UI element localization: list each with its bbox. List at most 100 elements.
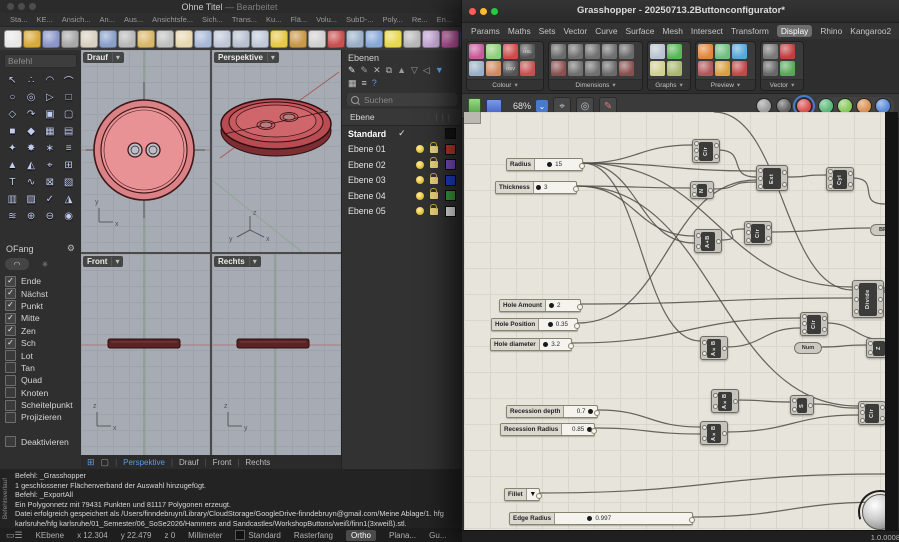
viewport-front-canvas[interactable]: z x bbox=[81, 254, 210, 455]
markers-icon[interactable] bbox=[551, 61, 566, 76]
gh-menu-maths[interactable]: Maths bbox=[508, 26, 531, 36]
checkbox-scheitelpunkt[interactable] bbox=[5, 400, 16, 411]
dimension-arrow-icon[interactable] bbox=[602, 61, 617, 76]
layer-color-swatch[interactable] bbox=[445, 144, 456, 155]
viewport-top[interactable]: Drauf y bbox=[81, 50, 210, 252]
output-port[interactable] bbox=[822, 327, 827, 332]
osnap-option-ende[interactable]: ✓Ende bbox=[5, 275, 76, 287]
input-port[interactable] bbox=[854, 297, 859, 302]
colour-sphere-icon[interactable] bbox=[503, 44, 518, 59]
chevron-down-icon[interactable]: ▾ bbox=[514, 81, 517, 89]
sidebar-tool-3[interactable]: ⌒ bbox=[59, 72, 78, 89]
osnap-option-sch[interactable]: ✓Sch bbox=[5, 337, 76, 349]
output-port[interactable] bbox=[848, 171, 853, 176]
window-control-button[interactable] bbox=[18, 3, 25, 10]
gh-component-cir-0[interactable]: Cir bbox=[692, 139, 720, 163]
sidebar-tool-17[interactable]: ✸ bbox=[22, 140, 41, 157]
sidebar-tool-8[interactable]: ◇ bbox=[3, 106, 22, 123]
slider-track[interactable]: 3.2 bbox=[540, 339, 571, 350]
viewport-top-label[interactable]: Drauf bbox=[83, 52, 124, 63]
image-sampler-icon[interactable] bbox=[650, 44, 665, 59]
sidebar-tool-34[interactable]: ⊖ bbox=[41, 208, 60, 225]
viewport-tab-rechts[interactable]: Rechts bbox=[245, 458, 270, 467]
notes-icon[interactable] bbox=[80, 30, 98, 48]
sidebar-tool-10[interactable]: ▣ bbox=[41, 106, 60, 123]
osnap-option-zen[interactable]: ✓Zen bbox=[5, 325, 76, 337]
sidebar-tool-7[interactable]: □ bbox=[59, 89, 78, 106]
layer-row-ebene-05[interactable]: Ebene 05 bbox=[342, 204, 462, 220]
dimension-horizontal-icon[interactable] bbox=[619, 61, 634, 76]
slider-knob[interactable] bbox=[587, 516, 592, 521]
gradient-icon[interactable] bbox=[486, 61, 501, 76]
slider-track[interactable]: 3 bbox=[534, 182, 576, 193]
rhino-tab-re[interactable]: Re... bbox=[412, 15, 428, 24]
render-icon[interactable] bbox=[346, 30, 364, 48]
osnap-tab-snaps[interactable]: ◠ bbox=[5, 258, 29, 270]
input-port[interactable] bbox=[828, 169, 833, 174]
input-port[interactable] bbox=[860, 418, 865, 423]
output-port[interactable] bbox=[577, 304, 583, 310]
viewport-tab-drauf[interactable]: Drauf bbox=[179, 458, 199, 467]
input-port[interactable] bbox=[713, 393, 718, 398]
chevron-down-icon[interactable]: ▾ bbox=[680, 81, 683, 89]
output-port[interactable] bbox=[878, 285, 883, 290]
open-document-icon[interactable] bbox=[23, 30, 41, 48]
sidebar-tool-32[interactable]: ≋ bbox=[3, 208, 22, 225]
sidebar-tool-27[interactable]: ▧ bbox=[59, 174, 78, 191]
gumball-widget[interactable] bbox=[862, 494, 885, 530]
checkbox-ende[interactable]: ✓ bbox=[5, 276, 16, 287]
input-port[interactable] bbox=[746, 230, 751, 235]
zoom-dynamic-icon[interactable] bbox=[232, 30, 250, 48]
rhino-tab-ansichtsfe[interactable]: Ansichtsfe... bbox=[152, 15, 193, 24]
gh-component-divide-7[interactable]: Divide bbox=[852, 280, 884, 318]
viewport-front[interactable]: Front z x bbox=[81, 254, 210, 455]
move-down-icon[interactable]: ▽ bbox=[411, 66, 418, 75]
history-side-label[interactable]: Befehlsverlauf bbox=[0, 469, 11, 528]
gh-component-ext-2[interactable]: Ext bbox=[756, 165, 788, 191]
output-port[interactable] bbox=[714, 154, 719, 159]
output-port[interactable] bbox=[848, 182, 853, 187]
viewport-tab-front[interactable]: Front bbox=[213, 458, 232, 467]
rhino-tab-volu[interactable]: Volu... bbox=[316, 15, 337, 24]
input-port[interactable] bbox=[828, 184, 833, 189]
osnap-option-deaktivieren[interactable]: Deaktivieren bbox=[5, 436, 76, 448]
sidebar-tool-33[interactable]: ⊕ bbox=[22, 208, 41, 225]
slider-track[interactable]: 2 bbox=[546, 300, 580, 311]
gh-component-a-b-9[interactable]: A×B bbox=[700, 336, 728, 360]
status-kebene[interactable]: KEbene bbox=[36, 531, 64, 540]
osnap-tab-smarttrack[interactable]: ✳ bbox=[33, 258, 57, 270]
sidebar-tool-30[interactable]: ✓ bbox=[41, 191, 60, 208]
layer-lock-icon[interactable] bbox=[430, 177, 438, 184]
status-rasterfang[interactable]: Rasterfang bbox=[294, 531, 333, 540]
rhino-tab-ke[interactable]: KE... bbox=[37, 15, 53, 24]
input-port[interactable] bbox=[746, 238, 751, 243]
rhino-tab-poly[interactable]: Poly... bbox=[383, 15, 403, 24]
output-port[interactable] bbox=[878, 297, 883, 302]
sidebar-tool-4[interactable]: ○ bbox=[3, 89, 22, 106]
slider-knob[interactable] bbox=[549, 303, 554, 308]
zoom-icon[interactable] bbox=[213, 30, 231, 48]
slider-track[interactable]: 0.997 bbox=[555, 513, 692, 524]
output-port[interactable] bbox=[733, 399, 738, 404]
output-port[interactable] bbox=[594, 410, 600, 416]
colour-picture-icon[interactable] bbox=[469, 61, 484, 76]
window-control-button[interactable] bbox=[7, 3, 14, 10]
slider-knob[interactable] bbox=[536, 185, 541, 190]
grid-view-icon[interactable]: ▦ bbox=[348, 79, 357, 88]
layer-color-swatch[interactable] bbox=[445, 128, 456, 139]
input-port[interactable] bbox=[854, 309, 859, 314]
checkbox-nächst[interactable]: ✓ bbox=[5, 288, 16, 299]
zoom-selected-icon[interactable] bbox=[270, 30, 288, 48]
gh-menu-display[interactable]: Display bbox=[777, 25, 812, 37]
output-port[interactable] bbox=[822, 316, 827, 321]
viewport-top-canvas[interactable]: y x bbox=[81, 50, 210, 252]
output-port[interactable] bbox=[722, 346, 727, 351]
filter-icon[interactable]: ▼ bbox=[435, 66, 444, 75]
input-port[interactable] bbox=[758, 168, 763, 173]
single-view-icon[interactable]: ▢ bbox=[101, 457, 110, 468]
input-port[interactable] bbox=[828, 176, 833, 181]
osnap-option-quad[interactable]: Quad bbox=[5, 374, 76, 386]
layer-row-ebene-03[interactable]: Ebene 03 bbox=[342, 173, 462, 189]
four-view-icon[interactable]: ⊞ bbox=[87, 457, 95, 468]
print-icon[interactable] bbox=[61, 30, 79, 48]
